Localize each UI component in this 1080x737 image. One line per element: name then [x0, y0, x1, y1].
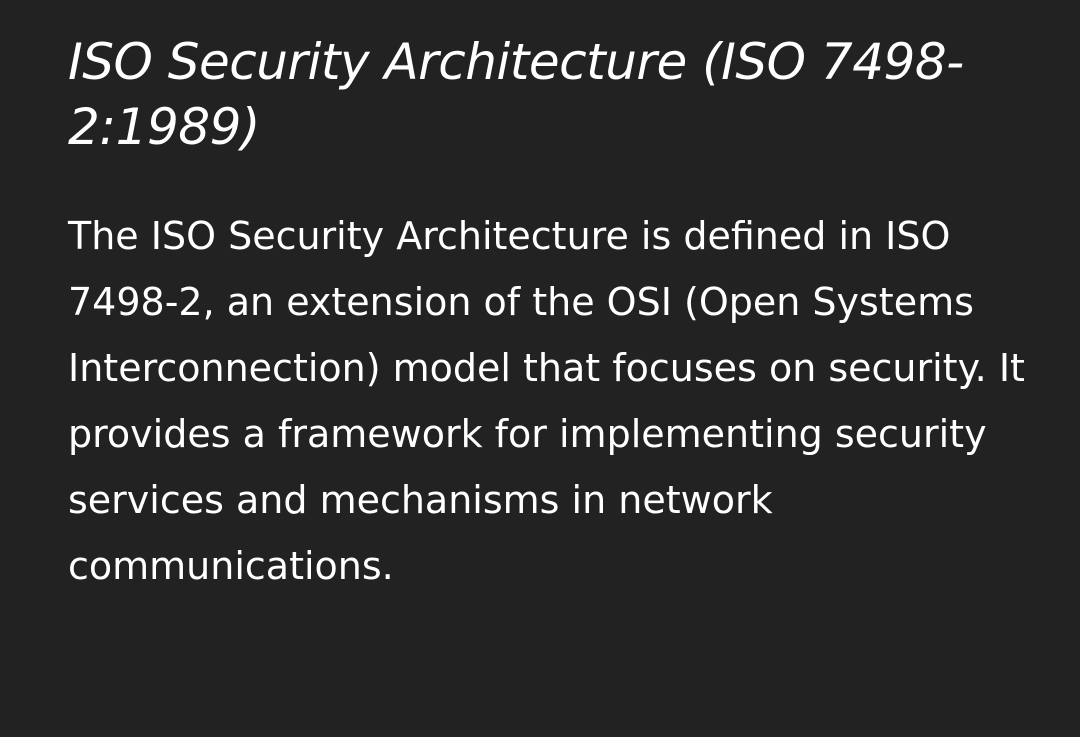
article-view: ISO Security Architecture (ISO 7498-2:19…: [0, 0, 1080, 737]
article-paragraph: The ISO Security Architecture is defined…: [68, 214, 1025, 588]
article-title: ISO Security Architecture (ISO 7498-2:19…: [68, 33, 964, 156]
